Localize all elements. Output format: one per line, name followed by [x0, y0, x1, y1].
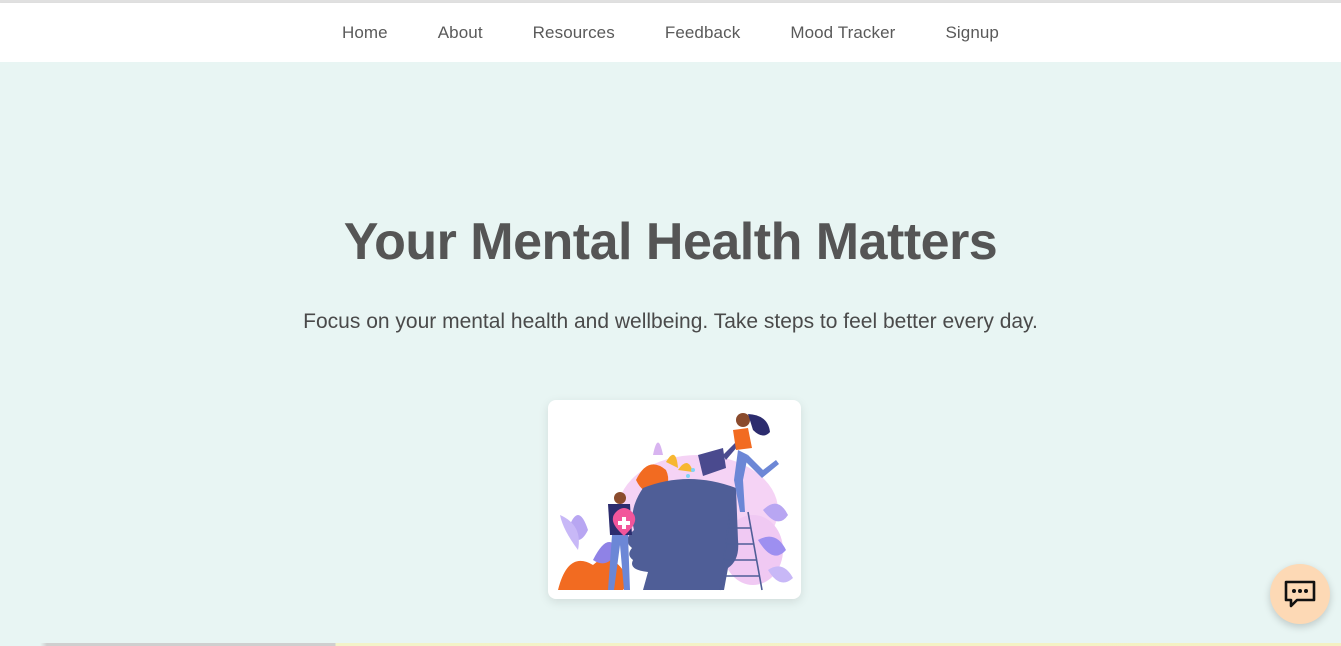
hero-title: Your Mental Health Matters	[343, 213, 998, 271]
chat-bubble-icon	[1284, 580, 1316, 608]
nav-mood-tracker[interactable]: Mood Tracker	[790, 23, 895, 43]
nav-home[interactable]: Home	[342, 23, 388, 43]
nav-signup[interactable]: Signup	[945, 23, 999, 43]
hero-section: Your Mental Health Matters Focus on your…	[0, 62, 1341, 646]
illustration-card	[548, 400, 801, 599]
nav-about[interactable]: About	[438, 23, 483, 43]
nav-resources[interactable]: Resources	[533, 23, 615, 43]
chat-button[interactable]	[1270, 564, 1330, 624]
mental-health-illustration	[558, 413, 793, 591]
hero-subtitle: Focus on your mental health and wellbein…	[303, 310, 1038, 333]
navbar: Home About Resources Feedback Mood Track…	[0, 3, 1341, 62]
nav-feedback[interactable]: Feedback	[665, 23, 740, 43]
